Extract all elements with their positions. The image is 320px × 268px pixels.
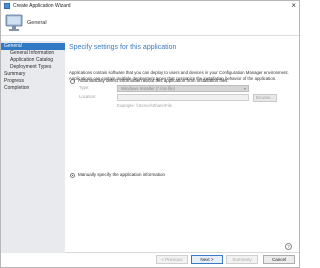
nav-item-general[interactable]: General xyxy=(1,43,65,50)
wizard-nav: General General Information Application … xyxy=(1,41,66,253)
window-title: Create Application Wizard xyxy=(13,3,71,9)
nav-item-application-catalog[interactable]: Application Catalog xyxy=(1,57,65,64)
wizard-header: General xyxy=(1,11,299,36)
close-icon[interactable]: × xyxy=(291,1,296,11)
section-title: Specify settings for this application xyxy=(69,44,177,51)
nav-item-progress[interactable]: Progress xyxy=(1,78,65,85)
page-heading: General xyxy=(27,20,47,26)
manual-label[interactable]: Manually specify the application informa… xyxy=(78,172,165,178)
nav-item-summary[interactable]: Summary xyxy=(1,71,65,78)
type-select[interactable]: Windows Installer (*.msi file) ▾ xyxy=(117,85,249,92)
title-bar: Create Application Wizard × xyxy=(1,1,299,11)
nav-item-general-information[interactable]: General Information xyxy=(1,50,65,57)
next-button[interactable]: Next > xyxy=(191,255,223,264)
location-input[interactable] xyxy=(117,94,249,101)
nav-item-completion[interactable]: Completion xyxy=(1,85,65,92)
type-label: Type: xyxy=(79,85,90,90)
type-select-value: Windows Installer (*.msi file) xyxy=(121,86,175,91)
help-icon[interactable]: ? xyxy=(285,243,292,250)
location-example: Example: \\Server\Share\File xyxy=(117,103,172,108)
previous-button[interactable]: < Previous xyxy=(156,255,188,264)
wizard-window: Create Application Wizard × General Gene… xyxy=(0,0,300,268)
summary-button[interactable]: Summary xyxy=(226,255,258,264)
manual-radio[interactable] xyxy=(70,173,75,178)
app-icon xyxy=(4,3,10,9)
chevron-down-icon: ▾ xyxy=(243,86,246,91)
auto-detect-label[interactable]: Automatically detect information about t… xyxy=(78,78,229,84)
browse-button[interactable]: Browse... xyxy=(253,94,277,102)
auto-detect-radio[interactable] xyxy=(70,79,75,84)
cancel-button[interactable]: Cancel xyxy=(263,255,295,264)
wizard-content: Specify settings for this application Ap… xyxy=(65,41,299,253)
footer-divider xyxy=(65,252,299,253)
location-label: Location: xyxy=(79,94,97,99)
computer-icon xyxy=(5,14,23,31)
nav-item-deployment-types[interactable]: Deployment Types xyxy=(1,64,65,71)
